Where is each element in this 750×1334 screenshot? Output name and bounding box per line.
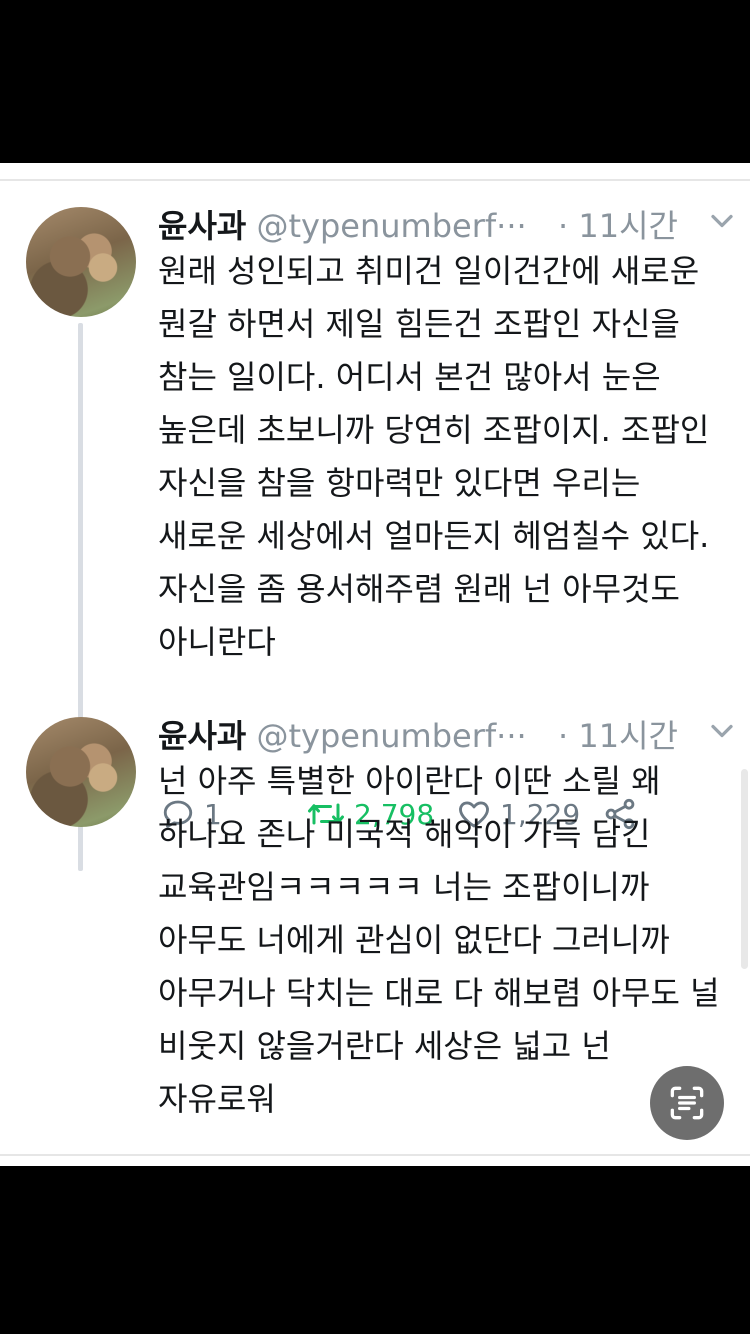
divider bbox=[0, 1154, 750, 1156]
tweet-text: 원래 성인되고 취미건 일이건간에 새로운 뭔갈 하면서 제일 힘든건 조팝인 … bbox=[158, 252, 710, 661]
tweet-thread: 윤사과 @typenumberf··· · 11시간 원래 성인되고 취미건 일… bbox=[0, 163, 750, 1166]
top-black-bar bbox=[0, 0, 750, 163]
bottom-black-bar bbox=[0, 1166, 750, 1334]
avatar[interactable] bbox=[26, 207, 136, 317]
scan-text-icon bbox=[670, 1086, 704, 1120]
user-handle[interactable]: @typenumberf··· bbox=[257, 717, 527, 755]
display-name[interactable]: 윤사과 bbox=[158, 207, 246, 245]
user-handle[interactable]: @typenumberf··· bbox=[257, 207, 527, 245]
tweet-header: 윤사과 @typenumberf··· · 11시간 bbox=[158, 711, 738, 755]
scrollbar[interactable] bbox=[741, 769, 748, 969]
chevron-down-icon[interactable] bbox=[704, 203, 740, 239]
tweet-header: 윤사과 @typenumberf··· · 11시간 bbox=[158, 201, 738, 245]
display-name[interactable]: 윤사과 bbox=[158, 717, 246, 755]
tweet-text: 넌 아주 특별한 아이란다 이딴 소릴 왜 하나요 존나 미국적 해악이 가득 … bbox=[158, 762, 720, 1118]
timestamp[interactable]: · 11시간 bbox=[558, 711, 678, 757]
scan-text-button[interactable] bbox=[650, 1066, 724, 1140]
chevron-down-icon[interactable] bbox=[704, 713, 740, 749]
divider bbox=[0, 179, 750, 181]
timestamp[interactable]: · 11시간 bbox=[558, 201, 678, 247]
avatar[interactable] bbox=[26, 717, 136, 827]
